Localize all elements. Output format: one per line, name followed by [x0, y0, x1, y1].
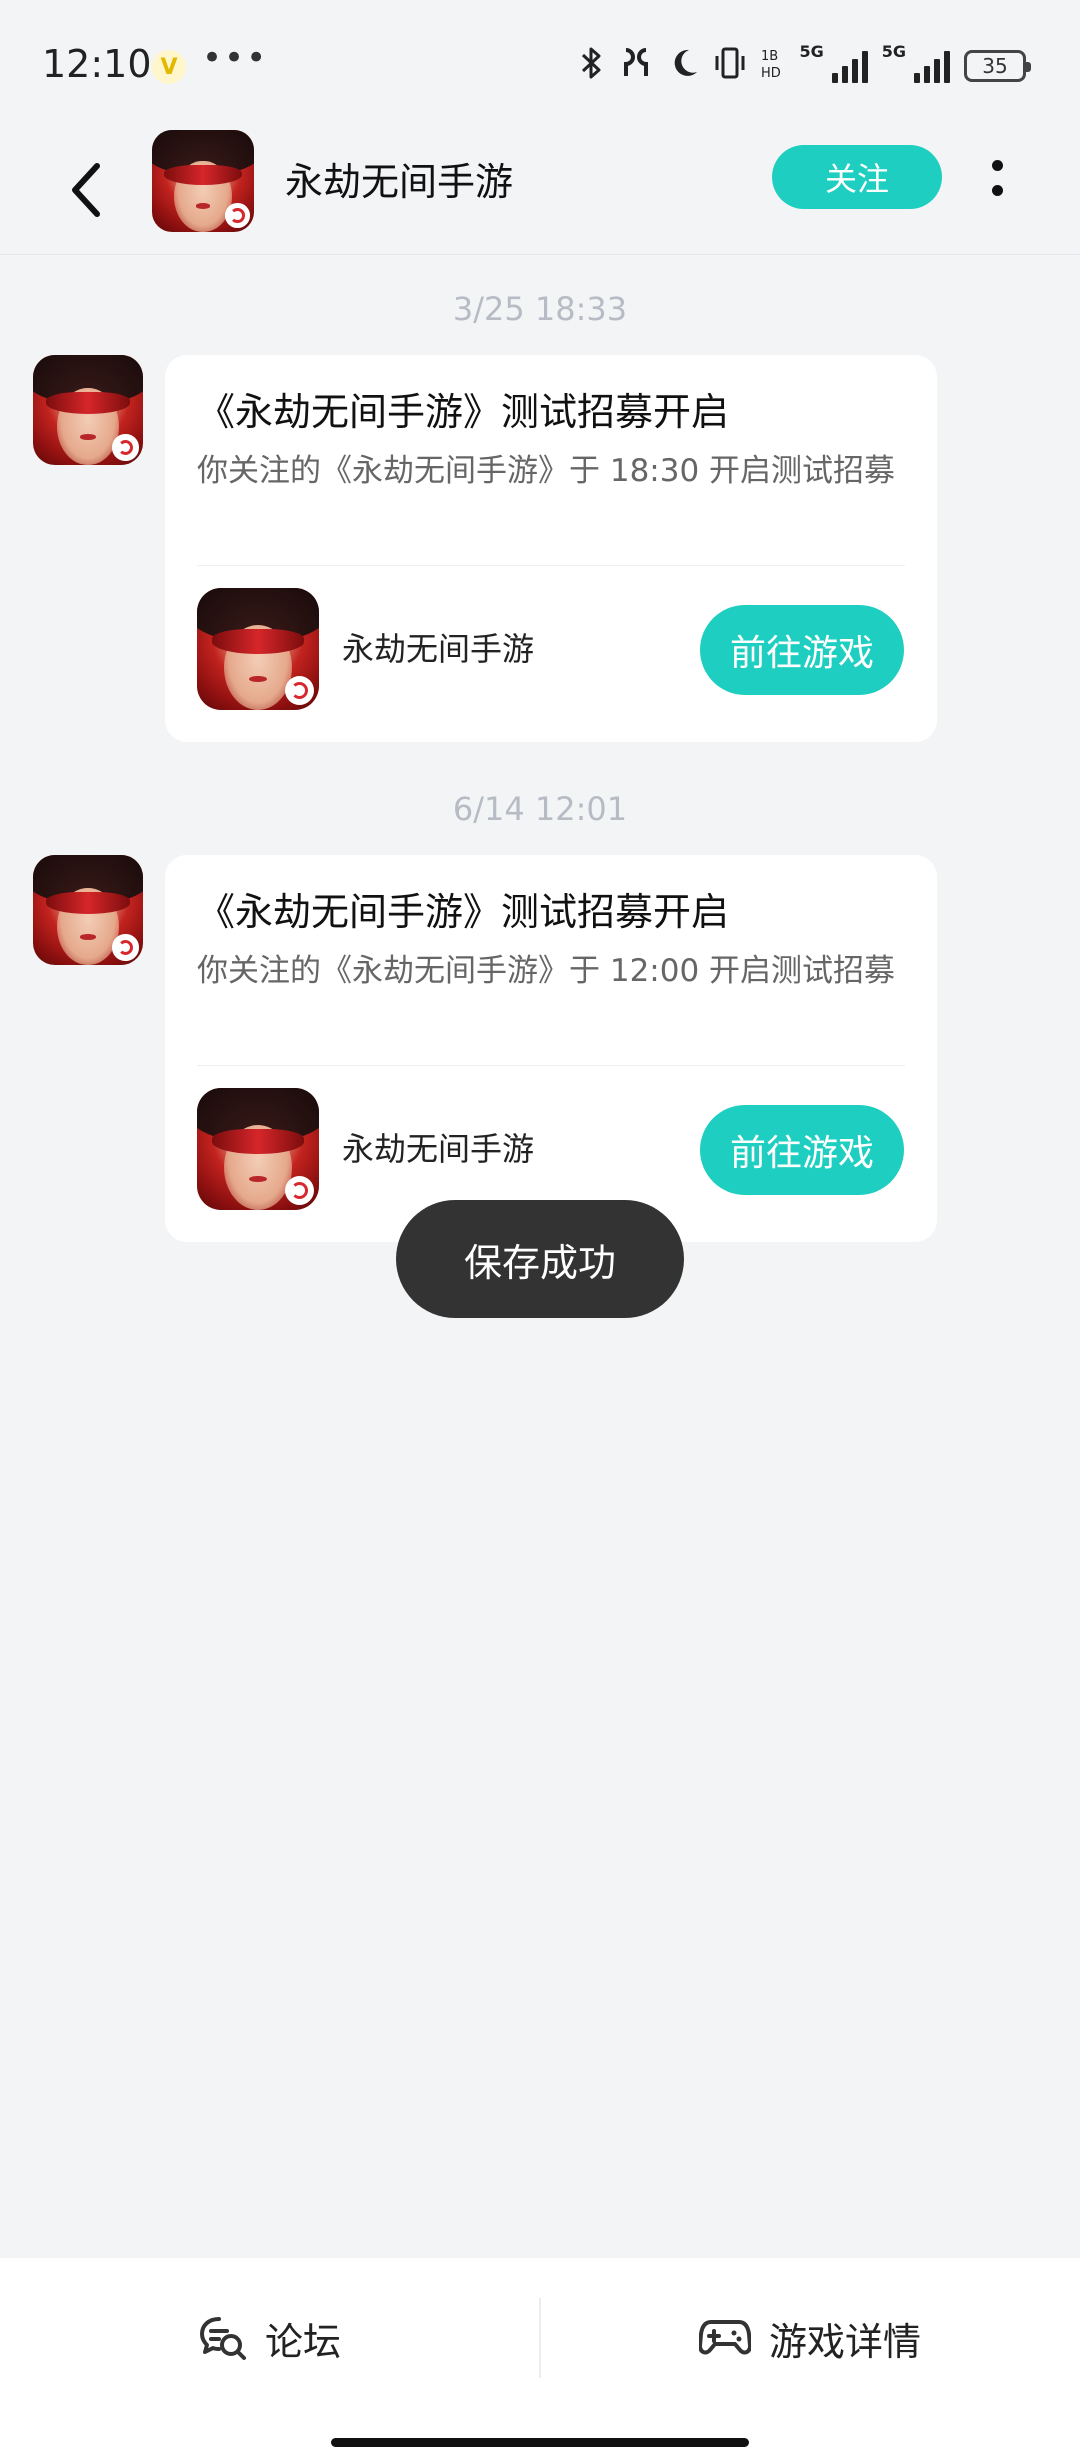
back-button[interactable]	[50, 150, 120, 230]
publisher-logo-icon	[284, 675, 315, 706]
signal-strength-icon	[914, 49, 950, 83]
toast-message: 保存成功	[396, 1200, 684, 1318]
svg-text:1B: 1B	[761, 49, 778, 64]
chevron-left-icon	[72, 163, 100, 217]
network-type-a: 5G	[799, 42, 824, 61]
publisher-logo-icon	[112, 434, 139, 461]
status-bar: 12:10 V ••• 1B HD 5G 5G 35	[0, 0, 1080, 130]
divider	[197, 1065, 905, 1066]
status-icons: 1B HD 5G 5G 35	[579, 42, 1031, 88]
go-to-game-button[interactable]: 前往游戏	[700, 1105, 904, 1195]
tab-game-details[interactable]: 游戏详情	[540, 2258, 1080, 2418]
message-title: 《永劫无间手游》测试招募开启	[197, 390, 730, 434]
hd-icon: 1B HD	[761, 46, 785, 86]
publisher-logo-icon	[112, 934, 139, 961]
chat-header: 永劫无间手游 关注	[0, 130, 1080, 255]
battery-level: 35	[982, 54, 1008, 78]
message-card: 《永劫无间手游》测试招募开启 你关注的《永劫无间手游》于 12:00 开启测试招…	[165, 855, 937, 1242]
message-card: 《永劫无间手游》测试招募开启 你关注的《永劫无间手游》于 18:30 开启测试招…	[165, 355, 937, 742]
message-description: 你关注的《永劫无间手游》于 12:00 开启测试招募	[197, 953, 896, 989]
game-icon[interactable]	[197, 1088, 319, 1210]
tab-game-details-label: 游戏详情	[768, 2319, 921, 2364]
network-type-b: 5G	[881, 42, 906, 61]
message-avatar[interactable]	[33, 355, 143, 465]
battery-icon: 35	[964, 50, 1031, 82]
svg-text:HD: HD	[761, 66, 781, 80]
message-timestamp: 3/25 18:33	[452, 290, 628, 328]
game-name: 永劫无间手游	[342, 630, 535, 668]
publisher-logo-icon	[225, 203, 250, 228]
signal-strength-icon	[831, 49, 868, 83]
message-title: 《永劫无间手游》测试招募开启	[197, 890, 730, 934]
more-options-icon[interactable]	[982, 150, 1012, 206]
vibrate-icon	[713, 46, 747, 86]
home-indicator[interactable]	[331, 2438, 749, 2447]
notification-app-icon: V	[152, 50, 186, 84]
tab-forum[interactable]: 论坛	[0, 2258, 540, 2418]
gamepad-icon	[698, 2320, 751, 2355]
publisher-logo-icon	[284, 1175, 315, 1206]
game-name: 永劫无间手游	[342, 1130, 535, 1168]
earbuds-icon	[617, 46, 655, 86]
message-timestamp: 6/14 12:01	[452, 790, 628, 828]
tab-forum-label: 论坛	[264, 2319, 341, 2364]
go-to-game-button[interactable]: 前往游戏	[700, 605, 904, 695]
do-not-disturb-icon	[669, 46, 699, 86]
game-icon[interactable]	[197, 588, 319, 710]
divider	[197, 565, 905, 566]
message-description: 你关注的《永劫无间手游》于 18:30 开启测试招募	[197, 453, 896, 489]
message-avatar[interactable]	[33, 855, 143, 965]
bluetooth-icon	[579, 46, 603, 86]
game-avatar[interactable]	[152, 130, 254, 232]
follow-button[interactable]: 关注	[772, 145, 942, 209]
page-title: 永劫无间手游	[285, 160, 514, 204]
forum-icon	[199, 2317, 246, 2360]
status-time: 12:10	[42, 42, 152, 86]
bottom-bar: 论坛 游戏详情	[0, 2258, 1080, 2460]
more-notifications-icon: •••	[202, 38, 269, 78]
